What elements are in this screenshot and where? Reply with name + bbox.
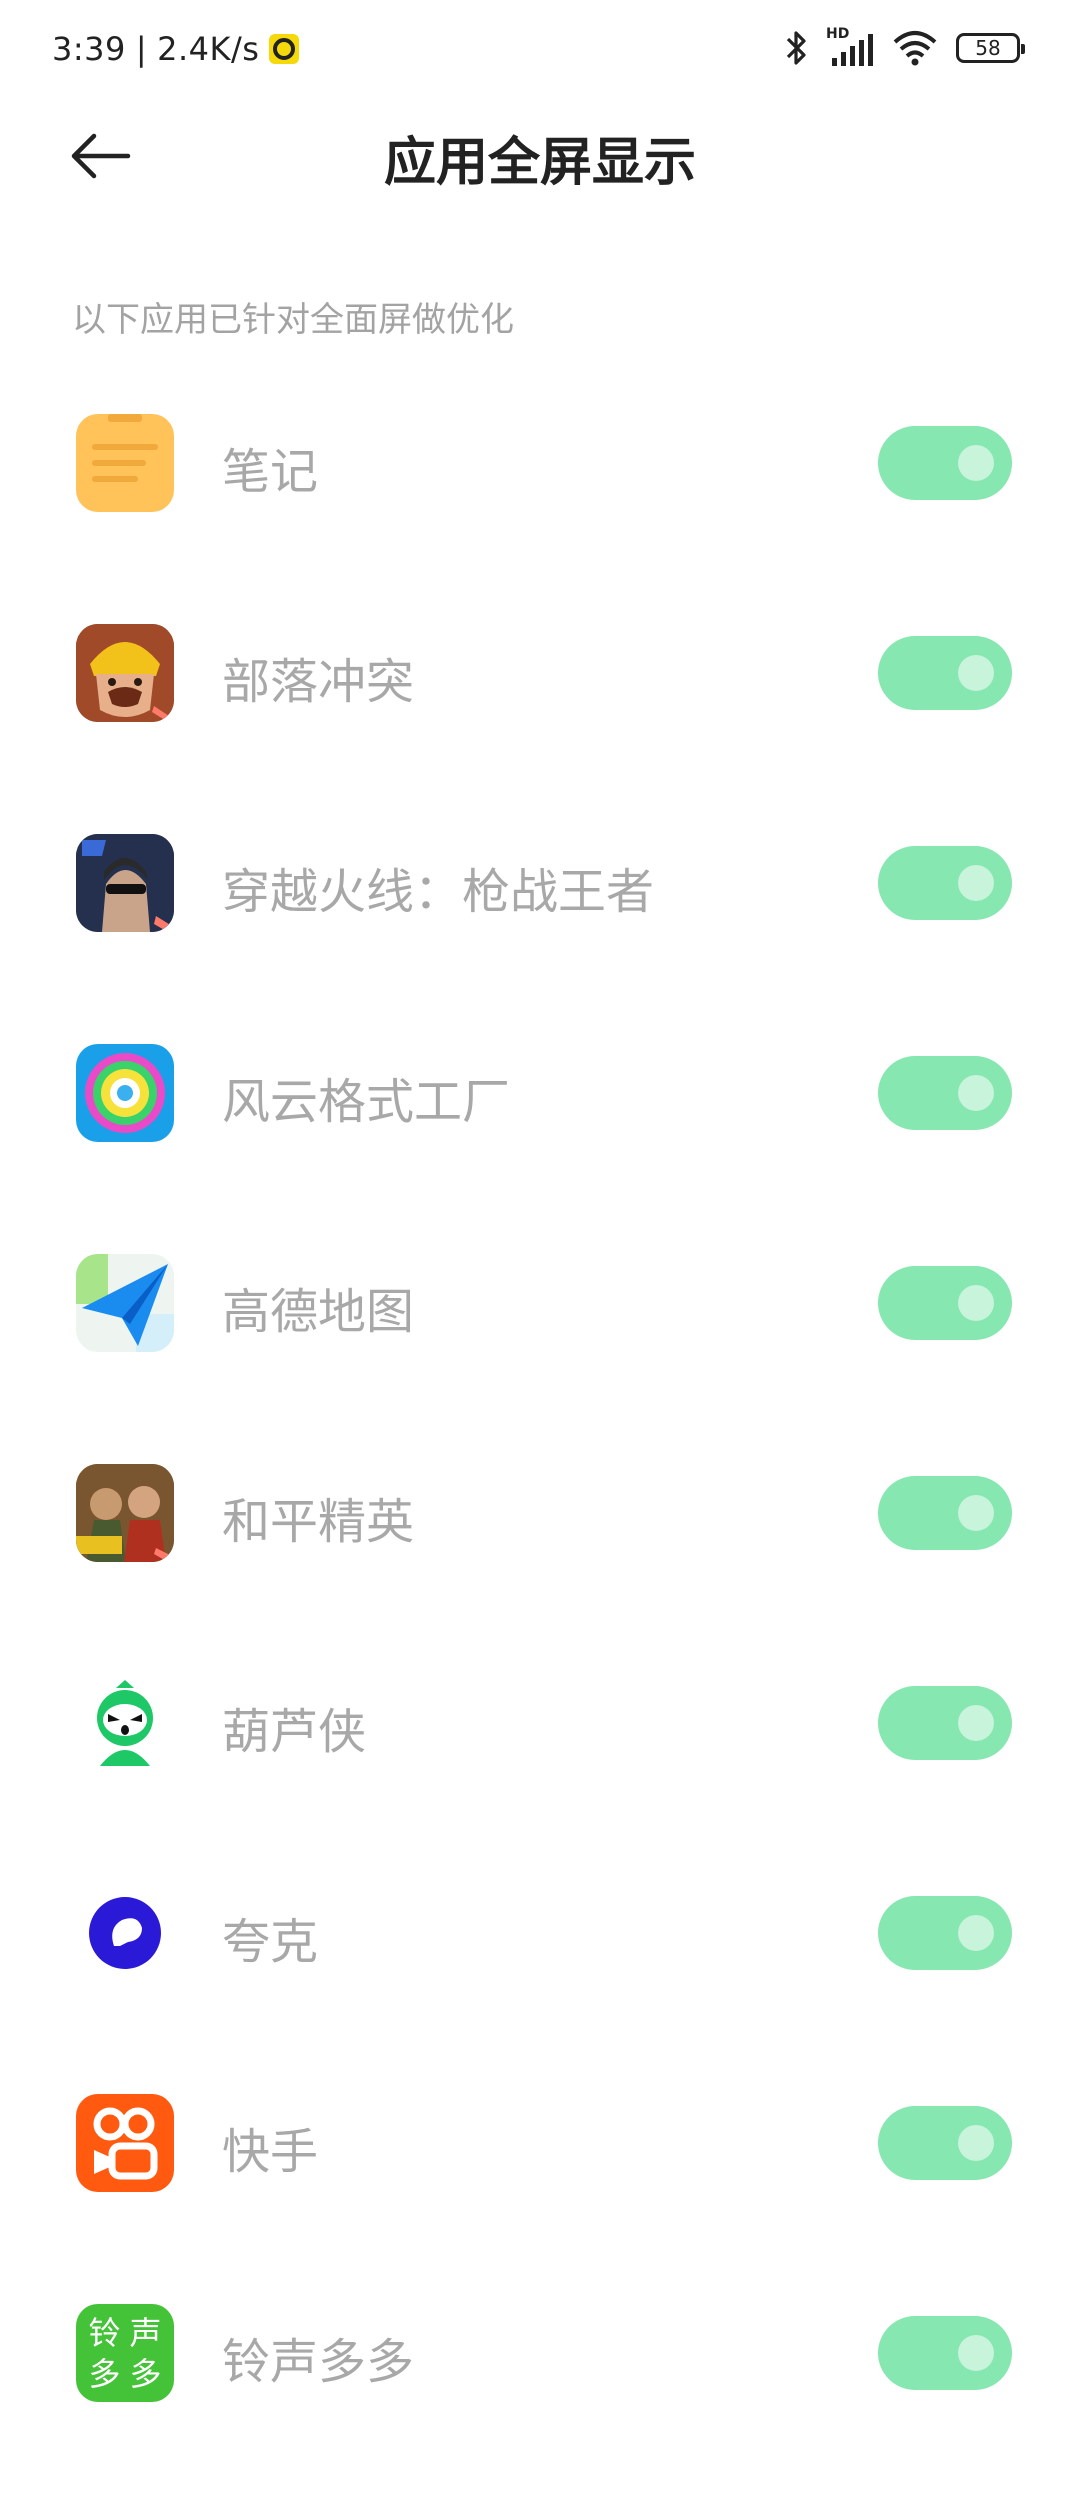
signal-icon: HD [826, 26, 874, 68]
app-name: 笔记 [222, 444, 319, 500]
status-right: HD 58 [784, 26, 1025, 70]
kuaishou-icon [76, 2094, 174, 2192]
notification-icon [269, 34, 300, 64]
ringtone-app-icon: 铃 声 多 多 [76, 2304, 174, 2402]
status-separator: | [135, 30, 148, 68]
quark-icon [76, 1884, 174, 1982]
list-item-format-factory[interactable]: 风云格式工厂 [0, 1024, 1080, 1234]
app-name: 部落冲突 [222, 654, 415, 710]
icon-char: 声 [129, 2313, 162, 2352]
app-name: 和平精英 [222, 1494, 415, 1550]
format-factory-icon [76, 1044, 174, 1142]
status-time: 3:39 [52, 30, 126, 68]
header: 应用全屏显示 [0, 96, 1080, 216]
list-item-kuaishou[interactable]: 快手 [0, 2074, 1080, 2284]
crossfire-icon [76, 834, 174, 932]
list-item-quark[interactable]: 夸克 [0, 1864, 1080, 2074]
list-item-peacekeeper-elite[interactable]: 和平精英 [0, 1444, 1080, 1654]
network-speed: 2.4K/s [157, 30, 260, 68]
section-label: 以下应用已针对全面屏做优化 [72, 300, 514, 340]
amap-icon [76, 1254, 174, 1352]
peacekeeper-elite-icon [76, 1464, 174, 1562]
app-name: 铃声多多 [222, 2334, 415, 2390]
fullscreen-toggle[interactable] [878, 426, 1012, 500]
icon-char: 铃 [88, 2313, 121, 2352]
status-left: 3:39 | 2.4K/s [52, 28, 300, 70]
list-item-clash-of-clans[interactable]: 部落冲突 [0, 604, 1080, 814]
app-name: 葫芦侠 [222, 1704, 367, 1760]
toggle-knob [958, 2125, 994, 2161]
fullscreen-toggle[interactable] [878, 2106, 1012, 2180]
toggle-knob [958, 655, 994, 691]
toggle-knob [958, 1075, 994, 1111]
icon-char: 多 [88, 2354, 121, 2393]
status-bar: 3:39 | 2.4K/s HD 58 [0, 0, 1080, 96]
list-item-notes[interactable]: 笔记 [0, 394, 1080, 604]
toggle-knob [958, 1705, 994, 1741]
notes-app-icon [76, 414, 174, 512]
list-item-huluxia[interactable]: 葫芦侠 [0, 1654, 1080, 1864]
fullscreen-toggle[interactable] [878, 1476, 1012, 1550]
page-title: 应用全屏显示 [383, 133, 696, 193]
fullscreen-toggle[interactable] [878, 636, 1012, 710]
toggle-knob [958, 1285, 994, 1321]
toggle-knob [958, 1495, 994, 1531]
fullscreen-toggle[interactable] [878, 846, 1012, 920]
battery-level: 58 [975, 36, 1001, 60]
app-name: 穿越火线：枪战王者 [222, 864, 655, 920]
list-item-crossfire[interactable]: 穿越火线：枪战王者 [0, 814, 1080, 1024]
toggle-knob [958, 865, 994, 901]
app-name: 高德地图 [222, 1284, 415, 1340]
toggle-knob [958, 1915, 994, 1951]
icon-char: 多 [129, 2354, 162, 2393]
fullscreen-toggle[interactable] [878, 1896, 1012, 1970]
huluxia-icon [76, 1674, 174, 1772]
fullscreen-toggle[interactable] [878, 2316, 1012, 2390]
list-item-ringtone[interactable]: 铃 声 多 多 铃声多多 [0, 2284, 1080, 2494]
fullscreen-toggle[interactable] [878, 1686, 1012, 1760]
fullscreen-toggle[interactable] [878, 1056, 1012, 1130]
bluetooth-icon [786, 31, 806, 65]
battery-icon: 58 [956, 33, 1025, 63]
app-name: 快手 [222, 2124, 319, 2180]
app-name: 风云格式工厂 [222, 1074, 511, 1130]
app-list: 笔记 部落冲突 穿越火线：枪战王者 风云格式工厂 高德地图 和平精英 葫芦侠 夸… [0, 394, 1080, 2494]
toggle-knob [958, 445, 994, 481]
app-name: 夸克 [222, 1914, 319, 1970]
list-item-amap[interactable]: 高德地图 [0, 1234, 1080, 1444]
toggle-knob [958, 2335, 994, 2371]
fullscreen-toggle[interactable] [878, 1266, 1012, 1340]
wifi-icon [893, 31, 937, 66]
clash-of-clans-icon [76, 624, 174, 722]
